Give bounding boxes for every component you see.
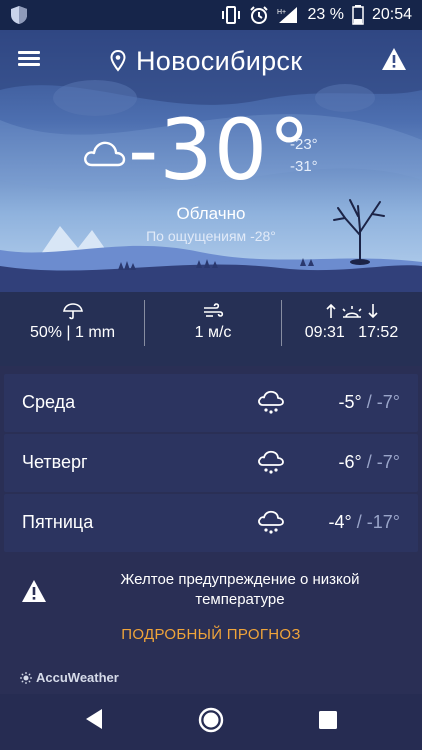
home-icon[interactable] <box>198 707 224 733</box>
precipitation-value: 50% | 1 mm <box>29 324 116 341</box>
location-selector[interactable]: Новосибирск <box>110 44 302 78</box>
warning-text: Желтое предупреждение о низкой температу… <box>120 571 360 608</box>
menu-icon <box>18 51 48 66</box>
precipitation-metric: 50% | 1 mm <box>0 292 145 366</box>
forecast-low: -7° <box>376 452 400 472</box>
wind-metric: 1 м/с <box>145 292 281 366</box>
high-temperature: -23° <box>290 136 318 153</box>
forecast-temps: -6° / -7° <box>339 452 400 473</box>
forecast-row[interactable]: Пятница -4° / -17° <box>4 494 418 552</box>
forecast-day: Среда <box>22 392 76 412</box>
sun-times: 09:31 17:52 <box>281 324 422 342</box>
forecast-temps: -4° / -17° <box>329 512 400 533</box>
umbrella-icon <box>62 303 83 320</box>
forecast-high: -6° <box>338 452 362 472</box>
wind-icon <box>204 303 224 317</box>
forecast-high: -4° <box>328 512 352 532</box>
svg-text:H+: H+ <box>277 9 286 16</box>
accuweather-logo: AccuWeather <box>20 670 119 685</box>
clock: 20:54 <box>371 6 412 23</box>
detailed-forecast-link[interactable]: ПОДРОБНЫЙ ПРОГНОЗ <box>0 626 422 643</box>
sunrise-time: 09:31 <box>304 324 345 341</box>
alert-icon[interactable] <box>380 46 408 72</box>
cloud-icon <box>84 141 126 167</box>
wind-value: 1 м/с <box>194 324 232 341</box>
metrics-panel: 50% | 1 mm 1 м/с 09:31 17:52 <box>0 292 422 366</box>
forecast-low: -17° <box>366 512 400 532</box>
forecast-high: -5° <box>338 392 362 412</box>
brand-name: AccuWeather <box>36 670 119 685</box>
sunset-time: 17:52 <box>358 324 399 341</box>
forecast-day: Пятница <box>22 512 94 532</box>
menu-button[interactable] <box>18 48 48 74</box>
forecast-low: -7° <box>376 392 400 412</box>
forecast-row[interactable]: Четверг -6° / -7° <box>4 434 418 492</box>
recents-icon[interactable] <box>318 710 338 730</box>
low-temperature: -31° <box>290 158 318 175</box>
accuweather-sun-icon <box>20 671 32 684</box>
forecast-day: Четверг <box>22 452 88 472</box>
sunrise-sunset-icon <box>325 303 378 319</box>
back-icon[interactable] <box>84 708 104 730</box>
forecast-separator: / <box>366 392 372 412</box>
signal-icon: H+ <box>277 7 298 23</box>
forecast-row[interactable]: Среда -5° / -7° <box>4 374 418 432</box>
status-bar: H+ 23 % 20:54 <box>0 0 422 30</box>
battery-icon <box>352 5 364 25</box>
forecast-separator: / <box>356 512 362 532</box>
snow-cloud-icon <box>258 450 284 474</box>
forecast-temps: -5° / -7° <box>339 392 400 413</box>
vibrate-icon <box>222 6 241 24</box>
city-name: Новосибирск <box>136 45 303 76</box>
weather-condition: Облачно <box>176 204 246 223</box>
app-header: Новосибирск <box>0 30 422 92</box>
weather-warning[interactable]: Желтое предупреждение о низкой температу… <box>0 566 422 626</box>
forecast-separator: / <box>366 452 372 472</box>
current-temperature: -30° <box>128 101 312 199</box>
snow-cloud-icon <box>258 390 284 414</box>
sun-metric: 09:31 17:52 <box>281 292 422 366</box>
snow-cloud-icon <box>258 510 284 534</box>
warning-icon <box>22 580 46 602</box>
battery-percent: 23 % <box>307 6 344 23</box>
location-pin-icon <box>110 50 126 72</box>
high-low-temperatures: -23° -31° <box>290 134 318 178</box>
system-navigation-bar <box>0 694 422 750</box>
shield-icon <box>11 6 27 24</box>
alarm-icon <box>250 6 269 24</box>
feels-like: По ощущениям -28° <box>146 228 276 244</box>
